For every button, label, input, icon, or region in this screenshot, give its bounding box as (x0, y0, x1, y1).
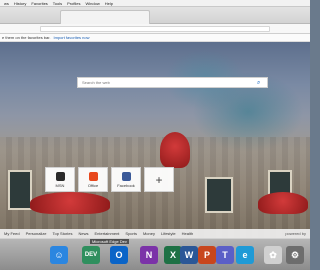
add-site-button[interactable]: + (144, 167, 174, 192)
background-window (205, 177, 233, 213)
onenote-icon[interactable]: N (140, 246, 158, 264)
news-tab-my-feed[interactable]: My Feed (4, 231, 20, 236)
active-tab[interactable] (60, 10, 150, 24)
menu-item-window[interactable]: Window (85, 1, 99, 6)
photos-icon[interactable]: ✿ (264, 246, 282, 264)
edge-icon[interactable]: e (236, 246, 254, 264)
facebook-icon (121, 171, 131, 181)
tab-strip (0, 7, 310, 24)
background-window (8, 170, 32, 210)
menu-item-history[interactable]: History (14, 1, 26, 6)
edge-dev-icon[interactable]: DEV (82, 246, 100, 264)
dock-tooltip: Microsoft Edge Dev (90, 239, 129, 244)
tile-msn[interactable]: MSN (45, 167, 75, 192)
add-icon: + (155, 172, 163, 187)
top-sites: MSN Office Facebook + (45, 167, 174, 192)
search-icon[interactable]: ⌕ (257, 80, 263, 86)
search-box[interactable]: Search the web ⌕ (77, 77, 268, 88)
menu-item-profiles[interactable]: Profiles (67, 1, 80, 6)
address-field[interactable] (40, 26, 270, 32)
powerpoint-icon[interactable]: P (198, 246, 216, 264)
menu-item-view[interactable]: ws (4, 1, 9, 6)
search-input[interactable]: Search the web (82, 80, 257, 85)
tile-label: MSN (55, 182, 65, 188)
news-tab-sports[interactable]: Sports (125, 231, 137, 236)
outlook-icon[interactable]: O (110, 246, 128, 264)
news-tab-lifestyle[interactable]: Lifestyle (161, 231, 176, 236)
news-tab-personalize[interactable]: Personalize (26, 231, 47, 236)
import-favorites-link[interactable]: Import favorites now (53, 35, 89, 40)
tile-label: Facebook (117, 182, 135, 188)
teams-icon[interactable]: T (216, 246, 234, 264)
news-tab-money[interactable]: Money (143, 231, 155, 236)
favorites-bar: e them on the favorites bar. Import favo… (0, 34, 310, 42)
menu-item-help[interactable]: Help (105, 1, 113, 6)
dock: Microsoft Edge Dev ☺ DEV O N X W P Te ✿ ⚙ (0, 238, 310, 270)
tile-label: Office (87, 182, 99, 188)
news-tab-news[interactable]: News (78, 231, 88, 236)
finder-icon[interactable]: ☺ (50, 246, 68, 264)
news-nav: My Feed Personalize Top Stories News Ent… (0, 229, 310, 238)
menu-item-tools[interactable]: Tools (53, 1, 62, 6)
tile-facebook[interactable]: Facebook (111, 167, 141, 192)
powered-by-label: powered by (285, 231, 306, 236)
news-tab-health[interactable]: Health (182, 231, 194, 236)
word-icon[interactable]: W (180, 246, 198, 264)
background-balcony (160, 132, 190, 168)
favorites-bar-hint: e them on the favorites bar. (2, 35, 51, 40)
sysprefs-icon[interactable]: ⚙ (286, 246, 304, 264)
msn-icon (55, 171, 65, 181)
address-bar (0, 24, 310, 34)
news-tab-entertainment[interactable]: Entertainment (95, 231, 120, 236)
menu-item-favorites[interactable]: Favorites (31, 1, 47, 6)
news-tab-top-stories[interactable]: Top Stories (52, 231, 72, 236)
office-icon (88, 171, 98, 181)
tile-office[interactable]: Office (78, 167, 108, 192)
new-tab-page: Search the web ⌕ MSN Office Facebook + M… (0, 42, 310, 238)
background-balcony (258, 192, 308, 214)
menu-bar: ws History Favorites Tools Profiles Wind… (0, 0, 310, 7)
background-balcony (30, 192, 110, 214)
